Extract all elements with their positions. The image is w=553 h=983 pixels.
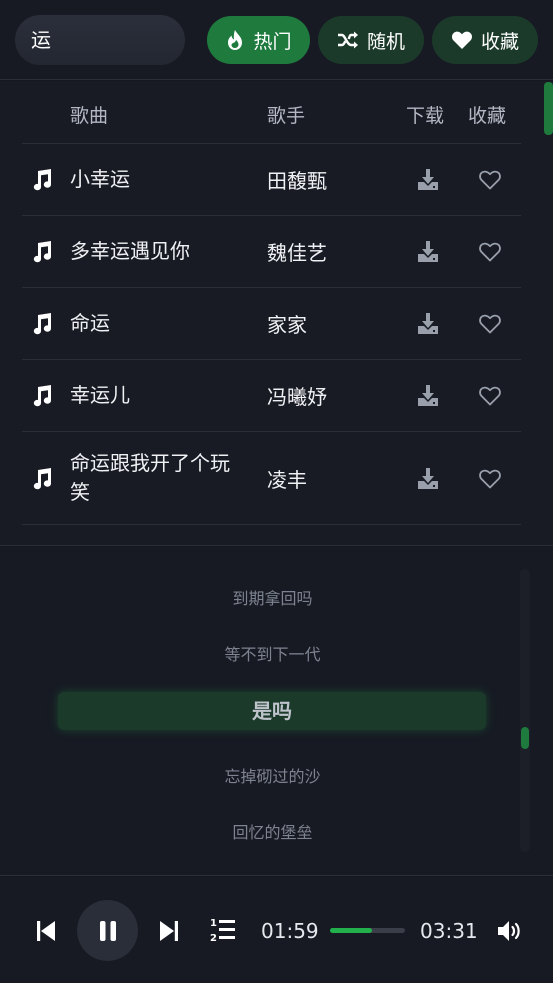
song-artist[interactable]: 凌丰 xyxy=(267,432,307,524)
player-bar: 1 2 01:59 03:31 xyxy=(0,877,553,983)
artist-column-header: 歌手 xyxy=(267,105,306,127)
lyric-line: 回忆的堡垒 xyxy=(232,823,313,842)
table-header: 歌曲 歌手 下载 收藏 xyxy=(22,81,521,144)
active-lyric-line: 是吗 xyxy=(252,699,292,723)
song-artist[interactable]: 冯曦妤 xyxy=(267,360,327,431)
music-note-icon xyxy=(30,312,54,340)
favorite-heart-icon[interactable] xyxy=(478,468,502,494)
song-artist[interactable]: 家家 xyxy=(267,288,307,359)
song-title[interactable]: 命运 xyxy=(70,288,245,359)
flame-icon xyxy=(228,30,243,50)
playlist-icon[interactable]: 1 2 xyxy=(210,917,236,943)
hot-filter-button[interactable]: 热门 xyxy=(207,16,310,64)
pause-icon xyxy=(99,920,116,941)
song-row[interactable]: 幸运儿 冯曦妤 xyxy=(22,360,521,432)
favorite-heart-icon[interactable] xyxy=(478,313,502,339)
favorite-heart-icon[interactable] xyxy=(478,385,502,411)
lyrics-panel: 到期拿回吗 等不到下一代 是吗 忘掉砌过的沙 回忆的堡垒 xyxy=(0,547,553,876)
song-artist[interactable]: 田馥甄 xyxy=(267,144,327,215)
favorites-filter-label: 收藏 xyxy=(480,30,519,53)
song-title[interactable]: 多幸运遇见你 xyxy=(70,216,245,287)
current-time: 01:59 xyxy=(261,919,319,943)
svg-text:1: 1 xyxy=(210,918,217,929)
svg-text:2: 2 xyxy=(210,933,217,943)
download-icon[interactable] xyxy=(416,312,440,340)
song-artist[interactable]: 魏佳艺 xyxy=(267,216,327,287)
search-input[interactable]: 运 xyxy=(15,15,185,65)
music-note-icon xyxy=(30,384,54,412)
song-row[interactable]: 多幸运遇见你 魏佳艺 xyxy=(22,216,521,288)
song-title[interactable]: 命运跟我开了个玩笑 xyxy=(70,432,245,524)
lyrics-scrollbar-thumb[interactable] xyxy=(521,727,529,749)
song-list-scrollbar[interactable] xyxy=(544,82,553,135)
song-column-header: 歌曲 xyxy=(70,105,109,127)
favorite-heart-icon[interactable] xyxy=(478,169,502,195)
music-note-icon xyxy=(30,240,54,268)
favorite-column-header: 收藏 xyxy=(468,105,507,127)
hot-filter-label: 热门 xyxy=(253,30,292,53)
download-icon[interactable] xyxy=(416,384,440,412)
download-icon[interactable] xyxy=(416,240,440,268)
random-filter-button[interactable]: 随机 xyxy=(318,16,424,64)
favorite-heart-icon[interactable] xyxy=(478,241,502,267)
song-title[interactable]: 小幸运 xyxy=(70,144,245,215)
lyrics-scrollbar-track[interactable] xyxy=(520,569,530,852)
volume-icon[interactable] xyxy=(496,919,524,943)
music-note-icon xyxy=(30,168,54,196)
lyric-line: 等不到下一代 xyxy=(224,645,321,664)
shuffle-icon xyxy=(337,31,358,49)
download-icon[interactable] xyxy=(416,467,440,495)
song-row[interactable]: 小幸运 田馥甄 xyxy=(22,144,521,216)
song-title[interactable]: 幸运儿 xyxy=(70,360,245,431)
download-icon[interactable] xyxy=(416,168,440,196)
progress-fill xyxy=(330,928,373,933)
top-bar: 运 热门 随机 收藏 xyxy=(0,0,553,80)
music-note-icon xyxy=(30,467,54,495)
song-row[interactable]: 命运 家家 xyxy=(22,288,521,360)
play-pause-button[interactable] xyxy=(77,900,138,961)
download-column-header: 下载 xyxy=(406,105,445,127)
favorites-filter-button[interactable]: 收藏 xyxy=(432,16,538,64)
song-table: 歌曲 歌手 下载 收藏 小幸运 田馥甄 多幸运遇见你 魏佳艺 命运 家家 幸运儿 冯曦妤 命运跟… xyxy=(0,81,553,546)
total-time: 03:31 xyxy=(420,919,478,943)
heart-icon xyxy=(451,31,472,49)
lyric-line: 到期拿回吗 xyxy=(232,589,313,608)
lyric-line: 忘掉砌过的沙 xyxy=(224,767,321,786)
next-track-button[interactable] xyxy=(159,920,179,942)
song-row[interactable]: 命运跟我开了个玩笑 凌丰 xyxy=(22,432,521,525)
progress-bar[interactable] xyxy=(330,928,405,933)
previous-track-button[interactable] xyxy=(36,920,56,942)
random-filter-label: 随机 xyxy=(366,30,405,53)
